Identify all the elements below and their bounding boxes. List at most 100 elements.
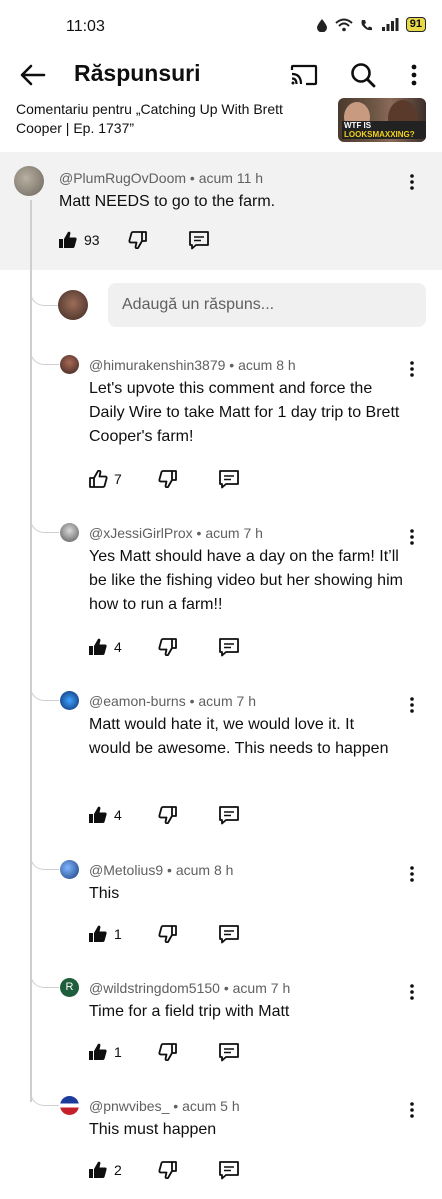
- like-button[interactable]: 4: [88, 638, 122, 656]
- more-vert-icon: [410, 1102, 414, 1118]
- thumbs-down-icon: [158, 1043, 177, 1061]
- avatar[interactable]: [60, 355, 79, 374]
- reply-button[interactable]: [218, 469, 240, 489]
- reply-button[interactable]: [218, 805, 240, 825]
- video-thumbnail[interactable]: WTF IS LOOKSMAXXING?: [338, 98, 426, 142]
- reply-button[interactable]: [218, 1160, 240, 1180]
- more-options-button[interactable]: [397, 58, 431, 92]
- comment-text: Matt would hate it, we would love it. It…: [89, 716, 389, 757]
- like-count: 93: [84, 232, 100, 248]
- call-icon: [361, 19, 372, 30]
- reply-comment-icon: [218, 1161, 239, 1180]
- reply-comment-icon: [218, 1043, 239, 1062]
- status-bar: 11:03 91: [0, 0, 442, 52]
- reply-input[interactable]: Adaugă un răspuns...: [108, 283, 426, 327]
- more-vert-icon: [410, 361, 414, 377]
- dislike-button[interactable]: [158, 1043, 178, 1061]
- video-context[interactable]: Comentariu pentru „Catching Up With Bret…: [0, 98, 442, 150]
- comment-time: acum 7 h: [232, 980, 291, 996]
- reply-button[interactable]: [218, 1042, 240, 1062]
- comment-text: Let's upvote this comment and force the …: [89, 380, 400, 445]
- reply-comment-icon: [218, 638, 239, 657]
- dislike-button[interactable]: [128, 231, 148, 249]
- reply-button[interactable]: [218, 924, 240, 944]
- thread-branch: [30, 518, 59, 533]
- thumbs-up-filled-icon: [89, 925, 107, 942]
- comment-author[interactable]: @pnwvibes_: [89, 1098, 169, 1114]
- back-button[interactable]: [16, 58, 50, 92]
- thumbs-down-icon: [158, 638, 177, 656]
- comment-meta: @himurakenshin3879 • acum 8 h: [89, 357, 296, 373]
- avatar[interactable]: [60, 860, 79, 879]
- dislike-button[interactable]: [158, 638, 178, 656]
- thumbs-down-icon: [128, 231, 147, 249]
- comment-text: Yes Matt should have a day on the farm! …: [89, 548, 403, 613]
- thumbs-up-filled-icon: [89, 1161, 107, 1178]
- search-button[interactable]: [346, 58, 380, 92]
- more-vert-icon: [410, 697, 414, 713]
- wifi-icon: [335, 18, 353, 31]
- avatar[interactable]: R: [60, 978, 79, 997]
- avatar[interactable]: [14, 166, 44, 196]
- comment-author[interactable]: @PlumRugOvDoom: [59, 170, 186, 186]
- comment-author[interactable]: @xJessiGirlProx: [89, 525, 193, 541]
- comment-actions: 4: [88, 805, 240, 825]
- comment-text: This must happen: [89, 1121, 217, 1138]
- thumbs-down-icon: [158, 470, 177, 488]
- reply-button[interactable]: [188, 230, 210, 250]
- comment-actions: 93: [58, 230, 210, 250]
- user-avatar: [58, 290, 88, 320]
- thumbs-down-icon: [158, 806, 177, 824]
- comment-more-button[interactable]: [402, 170, 422, 194]
- dislike-button[interactable]: [158, 925, 178, 943]
- comment-meta: @wildstringdom5150 • acum 7 h: [89, 980, 291, 996]
- thread-branch: [30, 350, 59, 365]
- like-button[interactable]: 1: [88, 925, 122, 943]
- like-button[interactable]: 93: [58, 231, 100, 249]
- like-button[interactable]: 4: [88, 806, 122, 824]
- more-vert-icon: [410, 984, 414, 1000]
- avatar[interactable]: [60, 1096, 79, 1115]
- like-button[interactable]: 1: [88, 1043, 122, 1061]
- comment-text: Matt NEEDS to go to the farm.: [59, 193, 276, 210]
- comment-time: acum 7 h: [198, 693, 256, 709]
- dislike-button[interactable]: [158, 806, 178, 824]
- app-header: Răspunsuri: [0, 52, 442, 98]
- avatar[interactable]: [60, 691, 79, 710]
- like-button[interactable]: 7: [88, 470, 122, 488]
- comment-author[interactable]: @eamon-burns: [89, 693, 186, 709]
- thread-branch: [30, 1091, 59, 1106]
- avatar[interactable]: [60, 523, 79, 542]
- dislike-button[interactable]: [158, 470, 178, 488]
- comment-actions: 1: [88, 1042, 240, 1062]
- signal-icon: [381, 17, 399, 31]
- comment-author[interactable]: @Metolius9: [89, 862, 163, 878]
- comment-meta: @eamon-burns • acum 7 h: [89, 693, 256, 709]
- like-button[interactable]: 2: [88, 1161, 122, 1179]
- thumbs-down-icon: [158, 1161, 177, 1179]
- comment-text: This: [89, 885, 120, 902]
- comment-author[interactable]: @himurakenshin3879: [89, 357, 225, 373]
- thumbs-up-filled-icon: [89, 638, 107, 655]
- search-icon: [351, 63, 376, 88]
- more-vert-icon: [410, 866, 414, 882]
- thread-branch: [30, 686, 59, 701]
- comment-text: Time for a field trip with Matt: [89, 1003, 290, 1020]
- like-count: 4: [114, 807, 122, 823]
- back-arrow-icon: [20, 64, 46, 86]
- reply-comment-icon: [218, 806, 239, 825]
- thread-branch: [30, 291, 59, 306]
- like-count: 1: [114, 926, 122, 942]
- like-count: 4: [114, 639, 122, 655]
- reply-button[interactable]: [218, 637, 240, 657]
- cast-icon: [290, 64, 318, 86]
- comment-time: acum 5 h: [182, 1098, 240, 1114]
- comment-author[interactable]: @wildstringdom5150: [89, 980, 220, 996]
- dislike-button[interactable]: [158, 1161, 178, 1179]
- thread-branch: [30, 973, 59, 988]
- comment-more-button[interactable]: [402, 693, 422, 717]
- top-comment: @PlumRugOvDoom • acum 11 h Matt NEEDS to…: [0, 152, 442, 270]
- cast-button[interactable]: [287, 58, 321, 92]
- status-time: 11:03: [66, 18, 105, 35]
- comment-meta: @PlumRugOvDoom • acum 11 h: [59, 170, 264, 186]
